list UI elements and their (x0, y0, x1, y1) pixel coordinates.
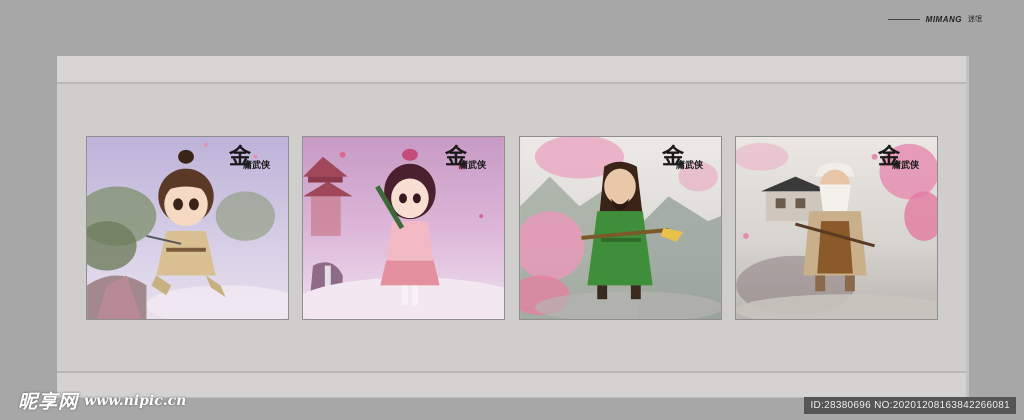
brand-name: MIMANG (925, 14, 962, 24)
artwork-panel-young-swordsman[interactable]: 金 庸武侠 (86, 136, 289, 320)
artwork-panel-girl-with-flute[interactable]: 金 庸武侠 (302, 136, 505, 320)
calligraphy-title: 金 庸武侠 (445, 146, 486, 171)
artwork-panel-old-master-with-staff[interactable]: 金 庸武侠 (735, 136, 938, 320)
calligraphy-title: 金 庸武侠 (229, 146, 270, 171)
calligraphy-small: 庸武侠 (242, 160, 270, 171)
calligraphy-small: 庸武侠 (458, 160, 486, 171)
calligraphy-title: 金 庸武侠 (878, 146, 919, 171)
calligraphy-small: 庸武侠 (675, 160, 703, 171)
brand-subtitle: 迷氓 (968, 15, 982, 23)
brand-divider (887, 18, 920, 20)
watermark-logo[interactable]: 昵享网 www.nipic.cn (18, 387, 186, 414)
calligraphy-title: 金 庸武侠 (662, 146, 703, 171)
wall-top-band (57, 56, 969, 84)
image-id-bar: ID:28380696 NO:20201208163842266081 (804, 397, 1016, 414)
artwork-panel-green-robed-swordsman[interactable]: 金 庸武侠 (519, 136, 722, 320)
brand-header: MIMANG 迷氓 (887, 14, 982, 24)
calligraphy-small: 庸武侠 (891, 160, 919, 171)
wall-bottom-band (57, 371, 969, 397)
watermark-url: www.nipic.cn (84, 392, 187, 409)
watermark-mark: 昵享网 (18, 391, 79, 413)
wall-edge (966, 56, 969, 397)
